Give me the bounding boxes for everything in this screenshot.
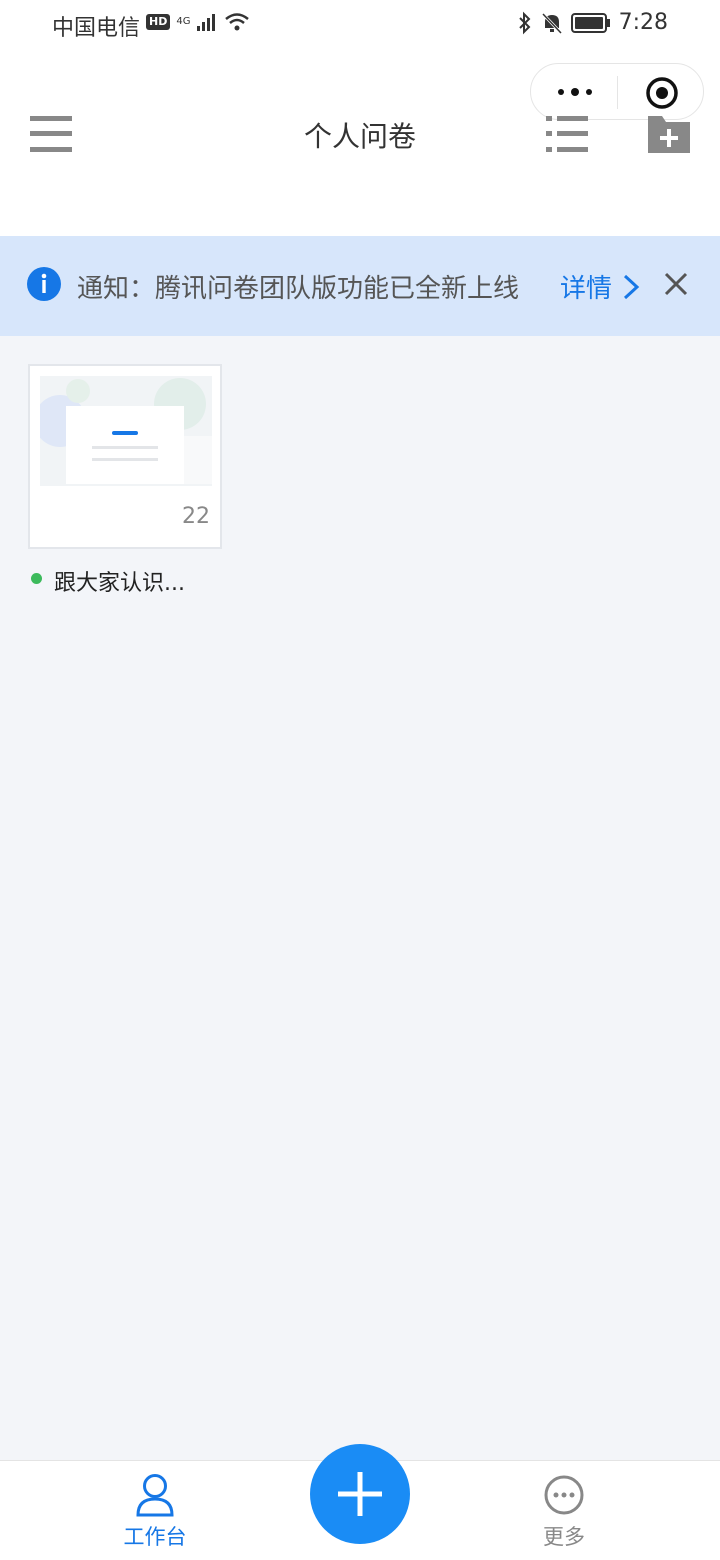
battery-icon xyxy=(570,12,610,33)
status-bar: 中国电信 HD 4G 7:28 xyxy=(0,0,720,50)
hd-badge: HD xyxy=(146,14,171,30)
plus-icon xyxy=(338,1472,382,1516)
close-target-icon[interactable] xyxy=(645,76,679,110)
user-icon xyxy=(136,1474,174,1517)
more-dots-icon[interactable] xyxy=(555,78,595,106)
survey-card[interactable]: 22 xyxy=(28,364,222,549)
chevron-right-icon[interactable] xyxy=(622,274,640,300)
wifi-icon xyxy=(225,13,250,31)
carrier-name: 中国电信 xyxy=(52,16,141,41)
bluetooth-icon xyxy=(518,11,531,34)
network-indicators: HD 4G xyxy=(146,12,250,32)
status-right: 7:28 xyxy=(517,10,668,35)
add-folder-icon[interactable] xyxy=(648,113,690,155)
signal-icon xyxy=(197,14,216,31)
tab-more-label: 更多 xyxy=(543,1525,585,1549)
mute-bell-icon xyxy=(541,12,562,34)
capsule-divider xyxy=(617,76,618,109)
close-icon[interactable] xyxy=(664,272,688,296)
response-count: 22 xyxy=(182,504,210,529)
tab-workbench[interactable]: 工作台 xyxy=(95,1461,215,1560)
survey-title[interactable]: 跟大家认识... xyxy=(54,565,185,597)
survey-thumbnail xyxy=(40,376,212,486)
tab-more[interactable]: 更多 xyxy=(504,1461,624,1560)
notice-detail-link[interactable]: 详情 xyxy=(560,268,612,305)
page-title: 个人问卷 xyxy=(303,120,416,153)
list-icon[interactable] xyxy=(546,116,588,152)
mini-program-capsule xyxy=(530,63,704,120)
clock: 7:28 xyxy=(618,10,668,35)
network-type: 4G xyxy=(176,16,191,27)
status-dot xyxy=(31,573,42,584)
tab-workbench-label: 工作台 xyxy=(123,1525,187,1549)
info-icon xyxy=(27,267,61,301)
notice-text: 通知：腾讯问卷团队版功能已全新上线 xyxy=(77,274,520,304)
create-survey-button[interactable] xyxy=(310,1444,410,1544)
more-circle-icon xyxy=(544,1475,584,1515)
